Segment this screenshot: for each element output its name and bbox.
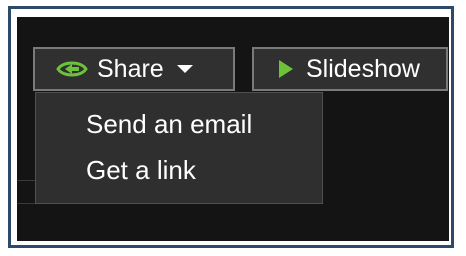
play-icon xyxy=(274,58,298,80)
menu-item-label: Send an email xyxy=(86,108,253,139)
share-dropdown-menu: Send an email Get a link xyxy=(35,92,323,204)
share-button[interactable]: Share xyxy=(33,47,235,91)
slideshow-button-label: Slideshow xyxy=(306,54,420,83)
menu-item-label: Get a link xyxy=(86,154,196,185)
chevron-down-icon xyxy=(174,63,196,75)
background-divider xyxy=(17,180,35,181)
share-button-label: Share xyxy=(97,54,164,83)
background-divider xyxy=(17,203,35,204)
menu-item-get-link[interactable]: Get a link xyxy=(36,147,322,193)
menu-item-send-email[interactable]: Send an email xyxy=(36,101,322,147)
slideshow-button[interactable]: Slideshow xyxy=(252,47,448,91)
share-icon xyxy=(55,58,89,80)
